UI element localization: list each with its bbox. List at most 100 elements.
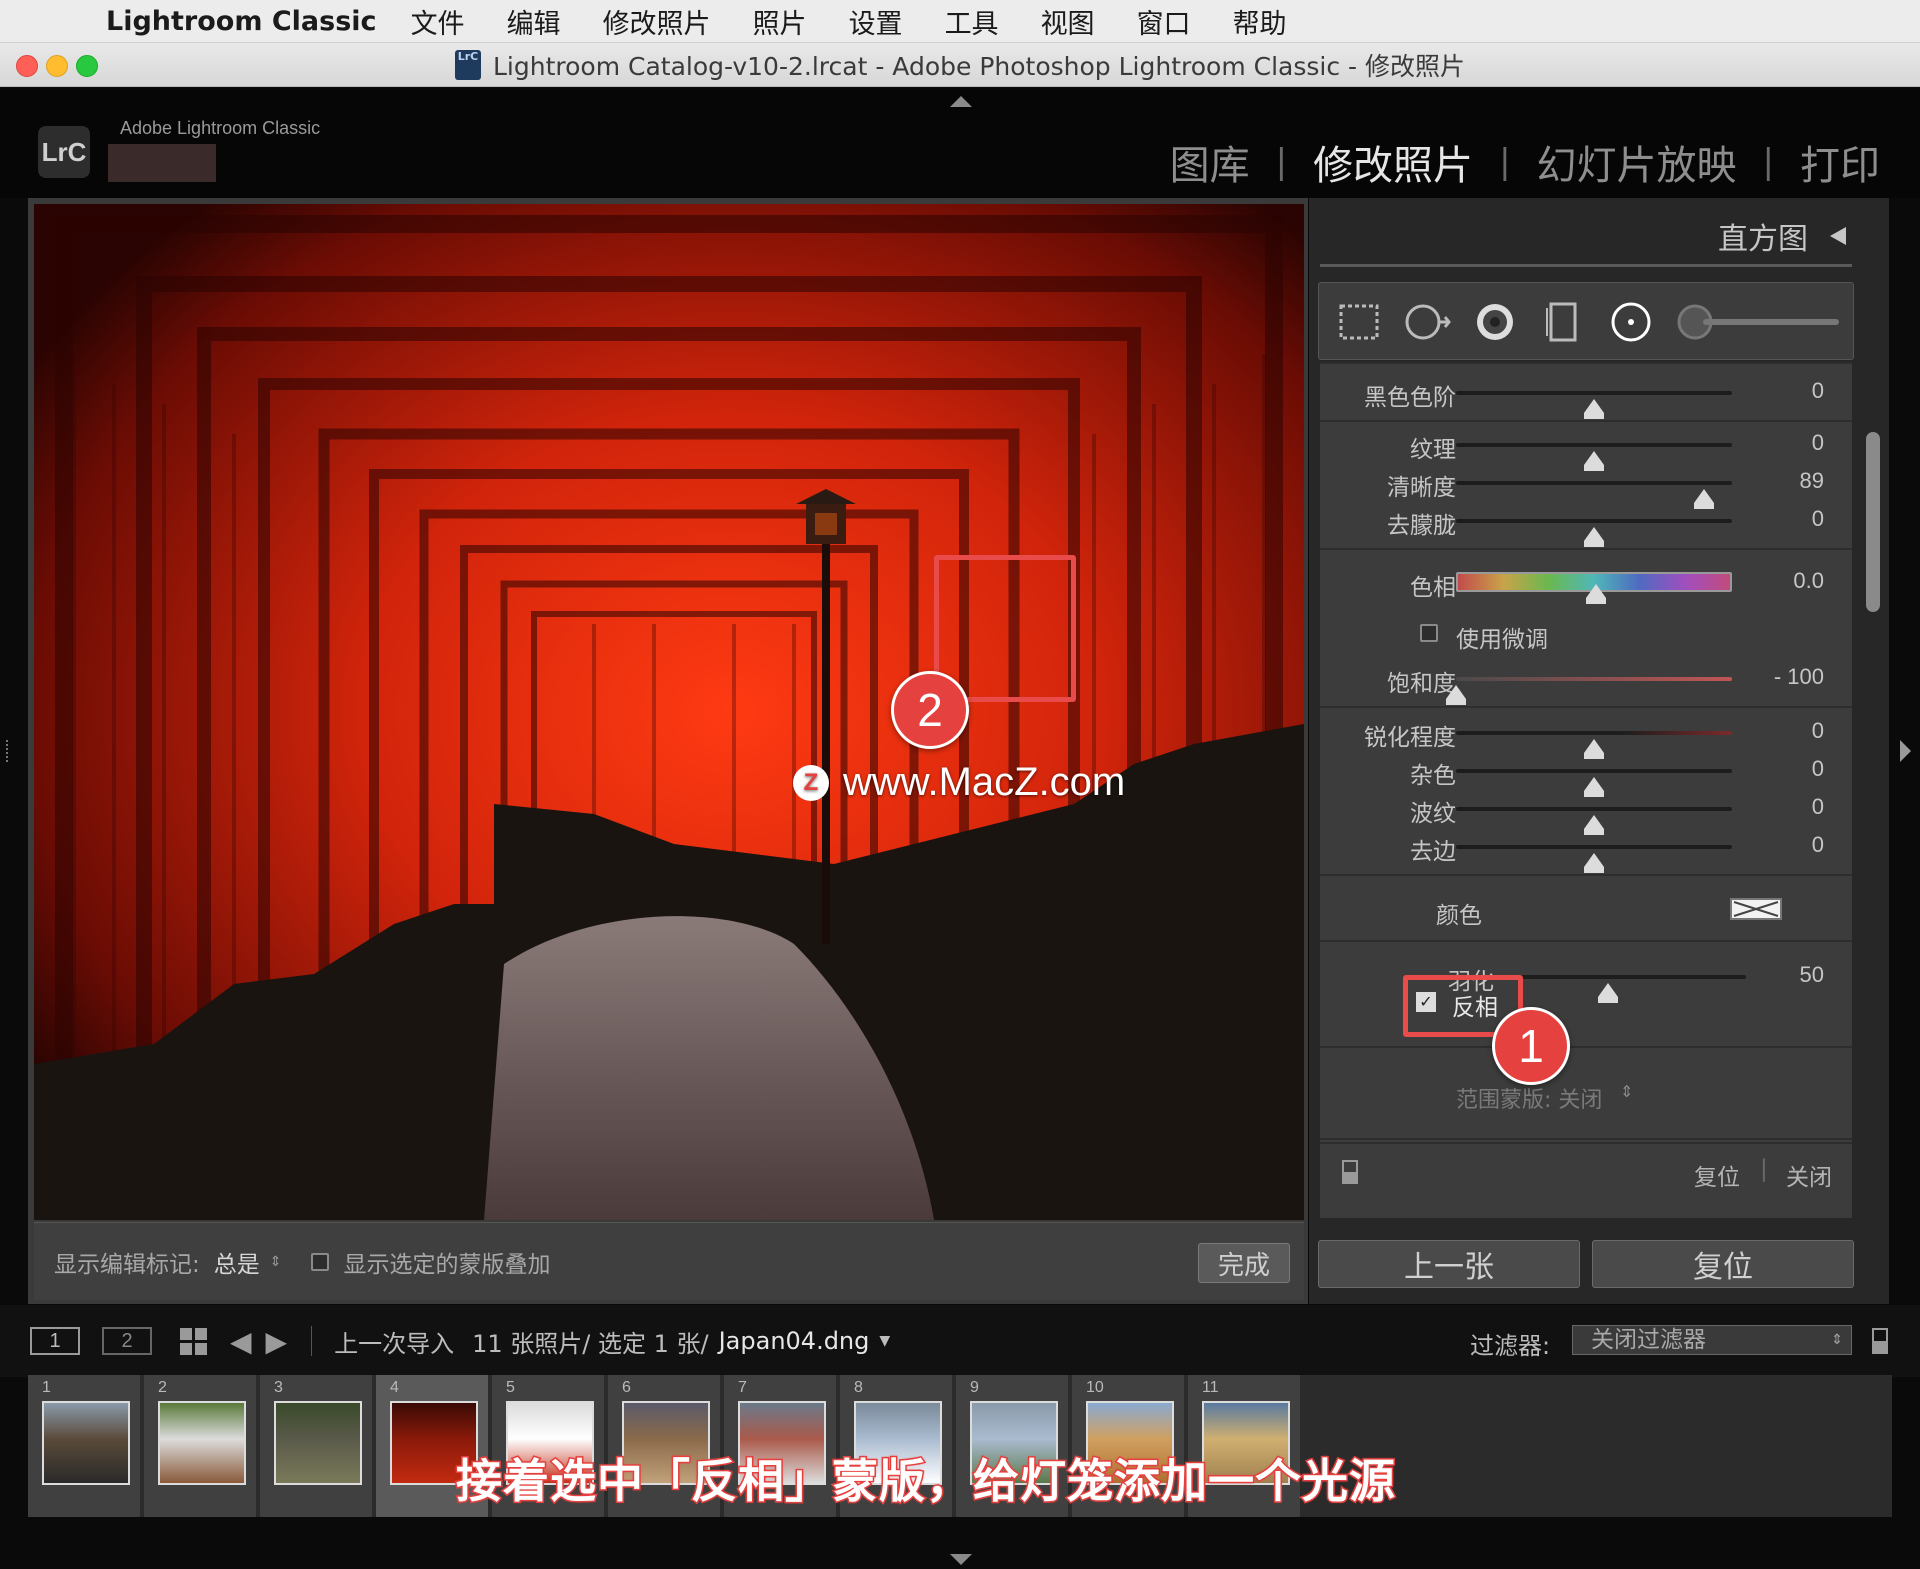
color-row: 颜色	[1320, 892, 1852, 929]
show-mask-overlay-label: 显示选定的蒙版叠加	[343, 1251, 551, 1278]
noise-value[interactable]: 0	[1812, 756, 1824, 782]
sharpness-slider-thumb[interactable]	[1584, 739, 1604, 759]
saturation-slider-thumb[interactable]	[1446, 685, 1466, 705]
texture-slider-thumb[interactable]	[1584, 451, 1604, 471]
menu-edit[interactable]: 编辑	[507, 2, 561, 41]
filter-select[interactable]: 关闭过滤器 ⇕	[1572, 1325, 1852, 1355]
panel-switch-icon[interactable]	[1342, 1160, 1358, 1184]
expand-histogram-icon[interactable]	[1830, 227, 1846, 245]
selected-filename[interactable]: Japan04.dng	[719, 1327, 870, 1355]
module-print[interactable]: 打印	[1800, 133, 1880, 191]
clarity-value[interactable]: 89	[1800, 468, 1824, 494]
right-panel-toggle-icon[interactable]	[1900, 740, 1911, 762]
texture-slider[interactable]	[1456, 443, 1732, 471]
sharpness-value[interactable]: 0	[1812, 718, 1824, 744]
menu-help[interactable]: 帮助	[1233, 2, 1287, 41]
filter-lock-icon[interactable]	[1872, 1328, 1888, 1354]
defringe-label: 去边	[1410, 839, 1456, 865]
filmstrip-cell[interactable]: 1	[28, 1375, 142, 1517]
menu-view[interactable]: 视图	[1041, 2, 1095, 41]
module-library[interactable]: 图库	[1170, 133, 1250, 191]
panel-scrollbar[interactable]	[1866, 432, 1880, 612]
show-edit-pins-select[interactable]: 总是	[214, 1245, 260, 1279]
mask-close-button[interactable]: 关闭	[1786, 1158, 1832, 1192]
defringe-value[interactable]: 0	[1812, 832, 1824, 858]
crop-tool-icon[interactable]	[1335, 298, 1383, 346]
blacks-value[interactable]: 0	[1812, 378, 1824, 404]
saturation-slider[interactable]	[1446, 677, 1732, 705]
moire-slider-thumb[interactable]	[1584, 815, 1604, 835]
close-window-button[interactable]	[16, 55, 38, 77]
previous-button[interactable]: 上一张	[1318, 1240, 1580, 1288]
spot-removal-icon[interactable]	[1403, 298, 1451, 346]
minimize-window-button[interactable]	[46, 55, 68, 77]
left-panel-toggle-icon[interactable]	[6, 740, 18, 762]
saturation-value[interactable]: - 100	[1774, 664, 1824, 690]
photo-canvas[interactable]	[34, 204, 1304, 1220]
show-mask-overlay-checkbox[interactable]	[311, 1252, 330, 1271]
watermark-text: www.MacZ.com	[843, 760, 1126, 804]
blacks-slider-thumb[interactable]	[1584, 399, 1604, 419]
updown-icon: ⇕	[1831, 1332, 1843, 1348]
menu-photo[interactable]: 照片	[753, 2, 807, 41]
histogram-label: 直方图	[1718, 222, 1808, 257]
primary-window-button[interactable]: 1	[30, 1327, 80, 1355]
menu-tools[interactable]: 工具	[945, 2, 999, 41]
filmstrip-thumbnail[interactable]	[274, 1401, 362, 1485]
graduated-filter-icon[interactable]	[1539, 298, 1587, 346]
moire-value[interactable]: 0	[1812, 794, 1824, 820]
menu-window[interactable]: 窗口	[1137, 2, 1191, 41]
clarity-slider-thumb[interactable]	[1694, 489, 1715, 509]
radial-filter-icon[interactable]	[1607, 298, 1655, 346]
filmstrip-cell[interactable]: 2	[144, 1375, 258, 1517]
filmstrip-thumbnail[interactable]	[42, 1401, 130, 1485]
filmstrip-cell[interactable]: 3	[260, 1375, 374, 1517]
mask-reset-button[interactable]: 复位	[1694, 1158, 1740, 1192]
zoom-window-button[interactable]	[76, 55, 98, 77]
chevron-down-icon[interactable]: ▼	[879, 1333, 890, 1349]
blacks-slider[interactable]	[1456, 391, 1732, 419]
show-edit-pins-label: 显示编辑标记:	[54, 1251, 200, 1278]
sharpness-slider[interactable]	[1456, 731, 1732, 759]
defringe-slider[interactable]	[1456, 845, 1732, 873]
module-slideshow[interactable]: 幻灯片放映	[1537, 133, 1737, 191]
secondary-window-button[interactable]: 2	[102, 1327, 152, 1355]
source-label[interactable]: 上一次导入	[334, 1324, 454, 1359]
collapse-filmstrip-icon[interactable]	[950, 1554, 972, 1565]
menu-settings[interactable]: 设置	[849, 2, 903, 41]
menu-app-name[interactable]: Lightroom Classic	[106, 6, 377, 37]
menu-develop[interactable]: 修改照片	[603, 2, 711, 41]
defringe-slider-thumb[interactable]	[1584, 853, 1604, 873]
grid-view-icon[interactable]	[180, 1327, 208, 1355]
filmstrip-cell-number: 7	[738, 1379, 747, 1396]
adjustment-brush-icon[interactable]	[1675, 298, 1845, 346]
moire-slider[interactable]	[1456, 807, 1732, 835]
range-mask-select[interactable]: 范围蒙版: 关闭	[1456, 1082, 1602, 1114]
filmstrip-cell-number: 8	[854, 1379, 863, 1396]
back-arrow-icon[interactable]: ◀	[230, 1325, 252, 1358]
dehaze-value[interactable]: 0	[1812, 506, 1824, 532]
noise-slider[interactable]	[1456, 769, 1732, 797]
forward-arrow-icon[interactable]: ▶	[266, 1325, 288, 1358]
filmstrip-cell-number: 5	[506, 1379, 515, 1396]
dehaze-slider[interactable]	[1456, 519, 1732, 547]
done-button[interactable]: 完成	[1198, 1243, 1290, 1283]
fine-adjust-checkbox[interactable]	[1420, 624, 1438, 642]
dehaze-slider-thumb[interactable]	[1584, 527, 1604, 547]
filmstrip-thumbnail[interactable]	[158, 1401, 246, 1485]
hue-value[interactable]: 0.0	[1793, 568, 1824, 594]
histogram-header[interactable]: 直方图	[1320, 204, 1852, 268]
reset-button[interactable]: 复位	[1592, 1240, 1854, 1288]
texture-value[interactable]: 0	[1812, 430, 1824, 456]
noise-slider-thumb[interactable]	[1584, 777, 1604, 797]
module-develop[interactable]: 修改照片	[1313, 133, 1473, 191]
hue-slider-thumb[interactable]	[1586, 584, 1606, 604]
collapse-top-panel-icon[interactable]	[950, 96, 972, 107]
blacks-label: 黑色色阶	[1364, 385, 1456, 411]
menu-file[interactable]: 文件	[411, 2, 465, 41]
red-eye-icon[interactable]	[1471, 298, 1519, 346]
hue-slider[interactable]	[1456, 572, 1732, 604]
color-swatch[interactable]	[1730, 898, 1782, 920]
panel-bottom-buttons: 上一张 复位	[1318, 1240, 1854, 1288]
clarity-slider[interactable]	[1456, 481, 1732, 509]
